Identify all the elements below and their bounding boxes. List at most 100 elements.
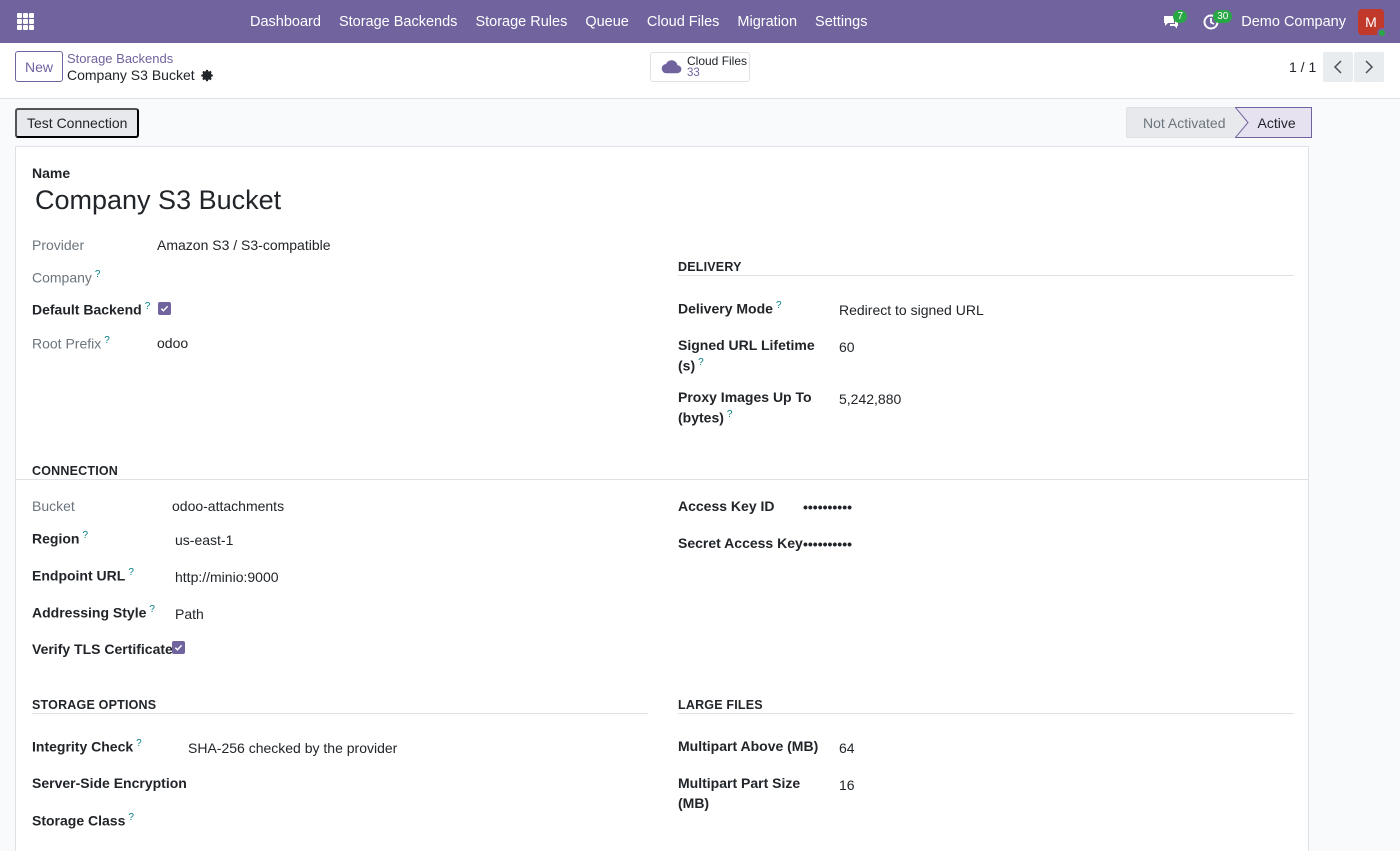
help-icon[interactable]: ? <box>727 409 733 420</box>
delivery-mode-field[interactable]: Redirect to signed URL <box>839 302 984 318</box>
company-label-text: Company <box>32 269 92 286</box>
endpoint-url-field[interactable]: http://minio:9000 <box>175 569 279 585</box>
section-divider <box>678 275 1294 276</box>
help-icon[interactable]: ? <box>698 357 704 368</box>
cloud-icon <box>661 60 682 74</box>
large-files-section-title: LARGE FILES <box>678 698 763 712</box>
chevron-right-icon <box>1365 60 1374 74</box>
root-prefix-field: odoo <box>157 335 189 351</box>
delivery-section-title: DELIVERY <box>678 260 742 274</box>
signed-url-lifetime-label-line1: Signed URL Lifetime <box>678 337 815 353</box>
proxy-images-unit: (bytes) <box>678 409 724 426</box>
status-active[interactable]: Active <box>1234 107 1312 138</box>
chevron-left-icon <box>1333 60 1342 74</box>
multipart-above-label: Multipart Above (MB) <box>678 738 819 754</box>
section-divider <box>16 479 1308 480</box>
cloud-files-smart-button[interactable]: Cloud Files 33 <box>650 52 750 82</box>
help-icon[interactable]: ? <box>95 269 101 280</box>
help-icon[interactable]: ? <box>104 335 110 346</box>
company-switcher[interactable]: Demo Company <box>1231 14 1358 30</box>
sse-field[interactable] <box>188 771 488 795</box>
new-button[interactable]: New <box>15 51 64 82</box>
menu-queue[interactable]: Queue <box>576 14 638 30</box>
part-size-field[interactable]: 16 <box>839 777 855 793</box>
activities-button[interactable]: 30 <box>1191 0 1233 43</box>
menu-settings[interactable]: Settings <box>806 14 876 30</box>
section-divider <box>32 713 648 714</box>
signed-url-lifetime-unit: (s) <box>678 357 696 374</box>
user-avatar[interactable]: M <box>1358 8 1387 38</box>
apps-grid-icon[interactable] <box>17 13 34 30</box>
proxy-images-field[interactable]: 5,242,880 <box>839 391 901 407</box>
help-icon[interactable]: ? <box>128 812 134 823</box>
addressing-style-label: Addressing Style? <box>32 604 155 621</box>
storage-class-label-text: Storage Class <box>32 812 126 829</box>
default-backend-checkbox[interactable] <box>158 302 171 315</box>
connection-section-title: CONNECTION <box>32 464 119 478</box>
secret-key-field[interactable]: •••••••••• <box>803 536 852 552</box>
menu-dashboard[interactable]: Dashboard <box>241 14 330 30</box>
menu-migration[interactable]: Migration <box>728 14 806 30</box>
breadcrumb-current-label: Company S3 Bucket <box>67 67 195 83</box>
access-key-field[interactable]: •••••••••• <box>803 499 852 515</box>
smart-button-text: Cloud Files 33 <box>687 55 747 79</box>
provider-label: Provider <box>32 237 85 253</box>
company-field[interactable] <box>157 265 457 289</box>
signed-url-lifetime-label-line2: (s)? <box>678 357 704 374</box>
smart-button-count: 33 <box>687 67 700 79</box>
pager-previous-button[interactable] <box>1323 52 1353 82</box>
addressing-style-field[interactable]: Path <box>175 606 204 622</box>
menu-storage-rules[interactable]: Storage Rules <box>466 14 576 30</box>
region-label-text: Region <box>32 530 80 547</box>
test-connection-button[interactable]: Test Connection <box>15 108 140 138</box>
systray: 7 30 Demo Company M <box>1151 0 1400 43</box>
gear-icon[interactable] <box>200 69 214 82</box>
control-panel: New Storage Backends Company S3 Bucket C… <box>0 43 1400 99</box>
integrity-check-label-text: Integrity Check <box>32 738 134 755</box>
menu-cloud-files[interactable]: Cloud Files <box>638 14 729 30</box>
presence-status-icon <box>1377 27 1387 38</box>
integrity-check-field[interactable]: SHA-256 checked by the provider <box>188 740 397 756</box>
breadcrumb-parent[interactable]: Storage Backends <box>67 51 173 66</box>
help-icon[interactable]: ? <box>149 604 155 615</box>
storage-options-section-title: STORAGE OPTIONS <box>32 698 157 712</box>
root-prefix-label-text: Root Prefix <box>32 335 102 352</box>
multipart-above-field[interactable]: 64 <box>839 740 855 756</box>
status-arrow-icon <box>1234 107 1249 138</box>
name-field[interactable]: Company S3 Bucket <box>35 185 281 216</box>
endpoint-url-label-text: Endpoint URL <box>32 567 126 584</box>
region-label: Region? <box>32 530 88 547</box>
help-icon[interactable]: ? <box>136 738 142 749</box>
storage-class-field[interactable] <box>188 808 488 832</box>
region-field[interactable]: us-east-1 <box>175 532 233 548</box>
help-icon[interactable]: ? <box>776 300 782 311</box>
status-bar: Not Activated Active <box>1126 107 1312 138</box>
checkmark-icon <box>174 644 183 651</box>
signed-url-lifetime-field[interactable]: 60 <box>839 339 855 355</box>
checkmark-icon <box>160 305 169 312</box>
root-prefix-label: Root Prefix? <box>32 335 110 352</box>
avatar-initial: M <box>1365 13 1377 30</box>
endpoint-url-label: Endpoint URL? <box>32 567 134 584</box>
help-icon[interactable]: ? <box>128 567 134 578</box>
messages-count-badge: 7 <box>1173 10 1188 23</box>
section-divider <box>678 713 1294 714</box>
menu-storage-backends[interactable]: Storage Backends <box>330 14 467 30</box>
pager-value[interactable]: 1 / 1 <box>1289 59 1316 75</box>
messages-button[interactable]: 7 <box>1151 0 1191 43</box>
integrity-check-label: Integrity Check? <box>32 738 142 755</box>
addressing-style-label-text: Addressing Style <box>32 604 147 621</box>
form-sheet: Name Company S3 Bucket Provider Amazon S… <box>15 146 1309 851</box>
pager-next-button[interactable] <box>1354 52 1384 82</box>
help-icon[interactable]: ? <box>82 530 88 541</box>
provider-field: Amazon S3 / S3-compatible <box>157 237 331 253</box>
status-active-label: Active <box>1257 114 1296 131</box>
top-navbar: Dashboard Storage Backends Storage Rules… <box>0 0 1400 43</box>
status-not-activated[interactable]: Not Activated <box>1126 107 1236 138</box>
access-key-label: Access Key ID <box>678 498 775 514</box>
company-label: Company? <box>32 269 100 286</box>
breadcrumb-current: Company S3 Bucket <box>67 67 214 83</box>
verify-tls-checkbox[interactable] <box>172 641 185 654</box>
help-icon[interactable]: ? <box>145 301 151 312</box>
bucket-label: Bucket <box>32 498 75 514</box>
